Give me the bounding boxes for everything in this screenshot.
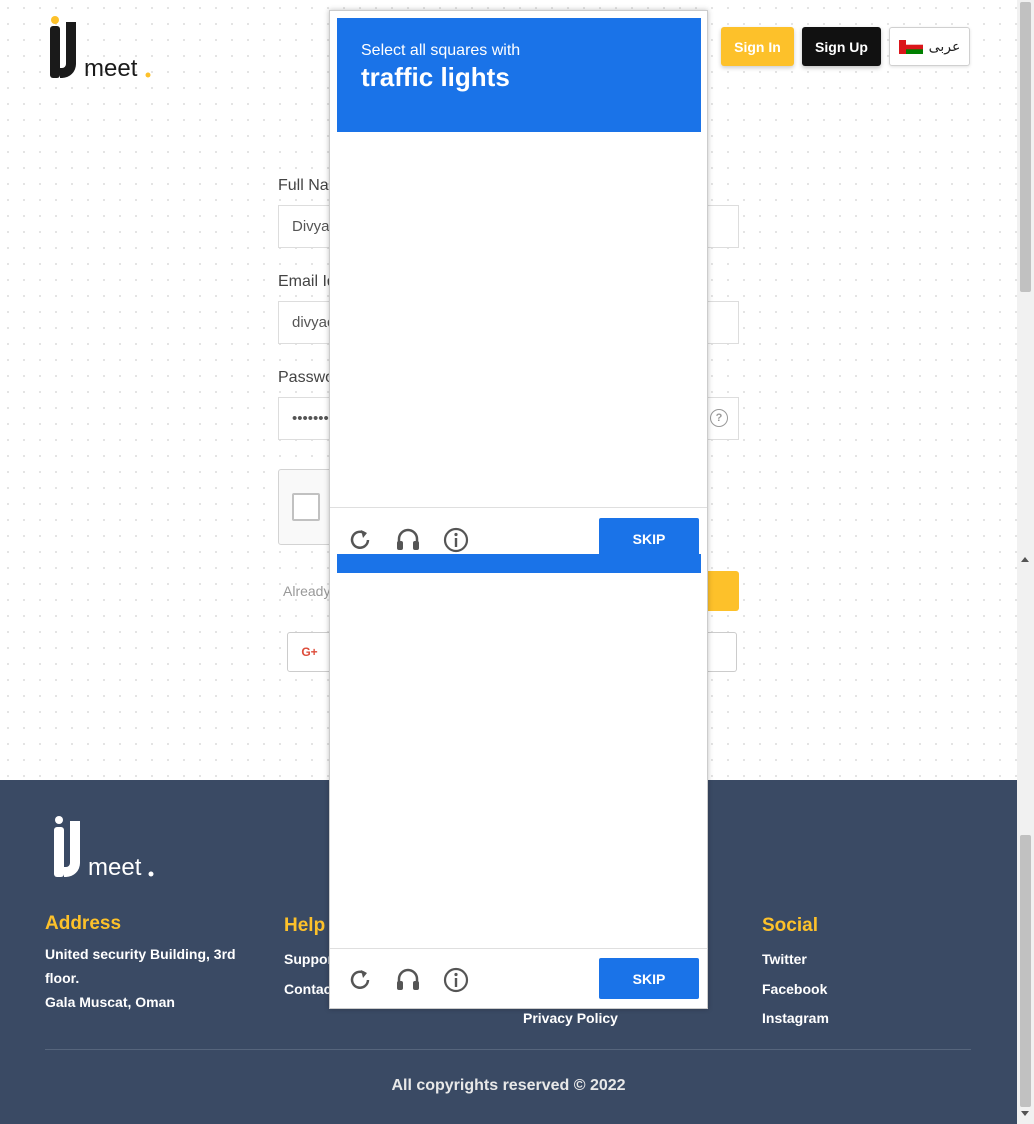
facebook-link[interactable]: Facebook bbox=[762, 981, 827, 997]
captcha-tile[interactable] bbox=[520, 578, 609, 667]
captcha-tile[interactable] bbox=[520, 321, 609, 410]
captcha-tile[interactable] bbox=[520, 138, 609, 227]
svg-text:meet: meet bbox=[84, 55, 138, 82]
captcha-tile[interactable] bbox=[428, 138, 517, 227]
skip-button[interactable]: SKIP bbox=[599, 958, 699, 999]
captcha-tile[interactable] bbox=[520, 412, 609, 501]
instagram-link[interactable]: Instagram bbox=[762, 1010, 829, 1026]
captcha-tile[interactable] bbox=[611, 412, 700, 501]
captcha-tile[interactable] bbox=[611, 138, 700, 227]
captcha-image-grid bbox=[337, 138, 700, 501]
recaptcha-challenge-frame: Select all squares with traffic lights S… bbox=[329, 10, 708, 1009]
reload-icon[interactable] bbox=[346, 966, 374, 994]
captcha-tile[interactable] bbox=[337, 321, 426, 410]
captcha-tile[interactable] bbox=[337, 138, 426, 227]
sign-in-button[interactable]: Sign In bbox=[721, 27, 794, 66]
scroll-up-arrow-icon[interactable] bbox=[1021, 557, 1029, 562]
fullname-label: Full Na bbox=[278, 177, 329, 194]
ijmeet-footer-logo[interactable]: meet bbox=[52, 815, 162, 881]
scrollbar[interactable] bbox=[1017, 0, 1034, 1124]
captcha-tile[interactable] bbox=[611, 229, 700, 318]
contact-link[interactable]: Contac bbox=[284, 981, 331, 997]
social-heading: Social bbox=[762, 915, 818, 936]
recaptcha-checkbox[interactable] bbox=[292, 493, 320, 521]
copyright-text: All copyrights reserved © 2022 bbox=[391, 1077, 626, 1094]
captcha-image-grid-duplicate bbox=[337, 578, 700, 941]
address-line-3: Gala Muscat, Oman bbox=[45, 994, 175, 1010]
prompt-target: traffic lights bbox=[361, 62, 510, 92]
address-line-1: United security Building, 3rd bbox=[45, 946, 236, 962]
language-switch-button[interactable]: عربى bbox=[889, 27, 970, 66]
prompt-line-1: Select all squares with bbox=[361, 42, 521, 59]
recaptcha-footer-divider bbox=[330, 507, 707, 508]
address-line-2: floor. bbox=[45, 970, 80, 986]
recaptcha-blue-strip bbox=[337, 554, 701, 573]
captcha-tile[interactable] bbox=[428, 412, 517, 501]
audio-challenge-icon[interactable] bbox=[394, 966, 422, 994]
captcha-tile[interactable] bbox=[520, 761, 609, 850]
google-plus-icon: G+ bbox=[301, 645, 318, 659]
oman-flag-icon bbox=[898, 39, 923, 54]
recaptcha-footer-divider-2 bbox=[330, 948, 707, 949]
svg-text:meet: meet bbox=[88, 854, 142, 881]
recaptcha-prompt-header: Select all squares with traffic lights bbox=[337, 18, 701, 132]
google-plus-button[interactable]: G+ bbox=[287, 632, 332, 672]
captcha-tile[interactable] bbox=[428, 761, 517, 850]
captcha-tile[interactable] bbox=[337, 229, 426, 318]
captcha-tile[interactable] bbox=[611, 761, 700, 850]
captcha-tile[interactable] bbox=[428, 578, 517, 667]
captcha-tile[interactable] bbox=[428, 852, 517, 941]
ijmeet-logo[interactable]: meet bbox=[48, 16, 158, 82]
footer-divider bbox=[45, 1049, 971, 1050]
address-heading: Address bbox=[45, 913, 122, 934]
captcha-tile[interactable] bbox=[611, 669, 700, 758]
language-label: عربى bbox=[928, 38, 961, 54]
help-icon[interactable]: ? bbox=[710, 409, 728, 427]
reload-icon[interactable] bbox=[346, 526, 374, 554]
scrollbar-thumb-lower[interactable] bbox=[1020, 835, 1031, 1107]
captcha-tile[interactable] bbox=[611, 578, 700, 667]
captcha-tile[interactable] bbox=[520, 229, 609, 318]
captcha-tile[interactable] bbox=[520, 852, 609, 941]
captcha-tile[interactable] bbox=[428, 669, 517, 758]
info-icon[interactable] bbox=[442, 966, 470, 994]
captcha-tile[interactable] bbox=[337, 578, 426, 667]
email-label: Email Id bbox=[278, 273, 336, 290]
captcha-tile[interactable] bbox=[337, 761, 426, 850]
scroll-down-arrow-icon[interactable] bbox=[1021, 1111, 1029, 1116]
help-heading: Help bbox=[284, 915, 326, 936]
captcha-tile[interactable] bbox=[337, 412, 426, 501]
info-icon[interactable] bbox=[442, 526, 470, 554]
captcha-tile[interactable] bbox=[428, 321, 517, 410]
sign-up-button[interactable]: Sign Up bbox=[802, 27, 881, 66]
password-label: Passwo bbox=[278, 369, 335, 386]
captcha-tile[interactable] bbox=[611, 852, 700, 941]
privacy-policy-link[interactable]: Privacy Policy bbox=[523, 1010, 618, 1026]
support-link[interactable]: Suppor bbox=[284, 951, 333, 967]
captcha-tile[interactable] bbox=[337, 852, 426, 941]
scrollbar-thumb[interactable] bbox=[1020, 2, 1031, 292]
captcha-tile[interactable] bbox=[337, 669, 426, 758]
already-account-text: Already bbox=[283, 583, 331, 599]
twitter-link[interactable]: Twitter bbox=[762, 951, 807, 967]
captcha-tile[interactable] bbox=[520, 669, 609, 758]
audio-challenge-icon[interactable] bbox=[394, 526, 422, 554]
skip-button[interactable]: SKIP bbox=[599, 518, 699, 559]
captcha-tile[interactable] bbox=[611, 321, 700, 410]
captcha-tile[interactable] bbox=[428, 229, 517, 318]
